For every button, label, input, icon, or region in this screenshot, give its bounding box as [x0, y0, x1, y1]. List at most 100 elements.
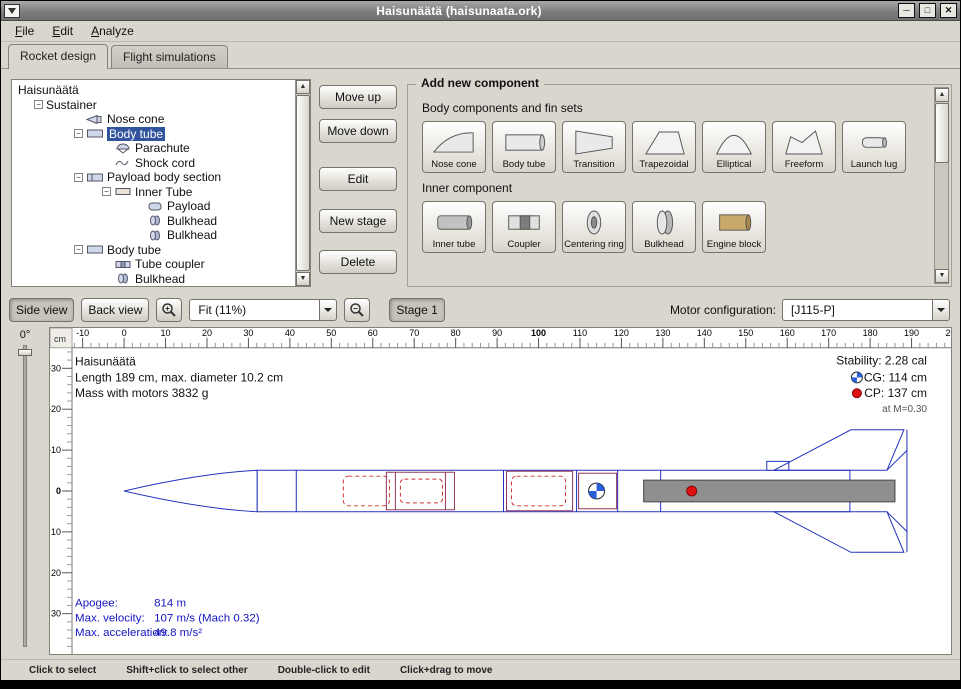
maximize-button[interactable]: □ — [919, 3, 936, 18]
motor-configuration-label: Motor configuration: — [670, 303, 776, 317]
collapse-icon[interactable]: − — [74, 245, 83, 254]
scroll-up-icon[interactable]: ▲ — [296, 80, 310, 94]
scroll-down-icon[interactable]: ▼ — [935, 269, 949, 283]
tree-scrollbar[interactable]: ▲ ▼ — [295, 80, 310, 286]
new-stage-button[interactable]: New stage — [319, 209, 397, 233]
rotation-slider-thumb[interactable] — [18, 349, 32, 356]
add-launch-lug-button[interactable]: Launch lug — [842, 121, 906, 173]
svg-text:50: 50 — [326, 328, 336, 338]
rocket-name-text: Haisunäätä — [75, 355, 136, 369]
motor-configuration-select[interactable]: [J115-P] — [782, 299, 950, 321]
delete-button[interactable]: Delete — [319, 250, 397, 274]
stage1-toggle-button[interactable]: Stage 1 — [389, 298, 444, 322]
scroll-up-icon[interactable]: ▲ — [935, 88, 949, 102]
menu-edit[interactable]: Edit — [44, 22, 81, 40]
scrollbar-thumb[interactable] — [935, 103, 949, 163]
zoom-out-icon — [349, 302, 365, 318]
launch-lug-icon — [852, 125, 896, 160]
svg-text:120: 120 — [614, 328, 629, 338]
hint-shift-click: Shift+click to select other — [126, 665, 247, 676]
svg-text:170: 170 — [821, 328, 836, 338]
svg-text:20: 20 — [51, 568, 61, 578]
tree-item-tube-coupler[interactable]: Tube coupler — [14, 257, 295, 272]
side-view-button[interactable]: Side view — [9, 298, 74, 322]
window-menu-icon[interactable] — [4, 4, 20, 18]
move-down-button[interactable]: Move down — [319, 119, 397, 143]
tree-item-stage[interactable]: −Sustainer — [14, 98, 295, 113]
bulkhead-icon — [642, 205, 686, 240]
bulkhead-icon — [146, 215, 164, 226]
add-bulkhead-button[interactable]: Bulkhead — [632, 201, 696, 253]
rocket-canvas[interactable]: cm -100102030405060708090100110120130140… — [49, 327, 952, 655]
menu-analyze[interactable]: Analyze — [83, 22, 142, 40]
back-view-button[interactable]: Back view — [81, 298, 149, 322]
cp-text: CP: 137 cm — [864, 386, 927, 400]
collapse-icon[interactable]: − — [34, 100, 43, 109]
body-tube-icon — [86, 128, 104, 139]
cp-marker — [687, 486, 697, 496]
tab-flight-simulations[interactable]: Flight simulations — [111, 45, 228, 68]
tree-item-payload[interactable]: Payload — [14, 199, 295, 214]
add-engine-block-button[interactable]: Engine block — [702, 201, 766, 253]
tree-item-rocket[interactable]: Haisunäätä — [14, 83, 295, 98]
zoom-select[interactable]: Fit (11%) — [189, 299, 337, 321]
tab-rocket-design[interactable]: Rocket design — [8, 44, 108, 69]
rotation-slider[interactable] — [23, 345, 27, 647]
vertical-ruler: -30-20-100102030 — [50, 352, 72, 646]
horizontal-ruler: -100102030405060708090100110120130140150… — [74, 328, 951, 348]
tree-item-shock-cord[interactable]: Shock cord — [14, 156, 295, 171]
tree-item-bulkhead[interactable]: Bulkhead — [14, 228, 295, 243]
elliptical-fin-icon — [712, 125, 756, 160]
tree-item-bulkhead[interactable]: Bulkhead — [14, 214, 295, 229]
component-tree-panel: Haisunäätä −Sustainer Nose cone − Body t… — [11, 79, 311, 287]
collapse-icon[interactable]: − — [74, 173, 83, 182]
add-transition-button[interactable]: Transition — [562, 121, 626, 173]
tree-item-body-tube-aft[interactable]: − Body tube — [14, 243, 295, 258]
flight-stats: Apogee: 814 m Max. velocity: 107 m/s (Ma… — [75, 598, 260, 640]
add-inner-tube-button[interactable]: Inner tube — [422, 201, 486, 253]
rocket-mass-text: Mass with motors 3832 g — [75, 386, 208, 400]
statusbar: Click to select Shift+click to select ot… — [1, 659, 960, 680]
tree-item-nose-cone[interactable]: Nose cone — [14, 112, 295, 127]
add-nose-cone-button[interactable]: Nose cone — [422, 121, 486, 173]
add-centering-ring-button[interactable]: Centering ring — [562, 201, 626, 253]
add-body-tube-button[interactable]: Body tube — [492, 121, 556, 173]
inner-component-label: Inner component — [422, 181, 929, 195]
collapse-icon[interactable]: − — [74, 129, 83, 138]
rotation-control: 0° — [1, 327, 49, 655]
add-trapezoidal-fin-button[interactable]: Trapezoidal — [632, 121, 696, 173]
minimize-button[interactable]: ─ — [898, 3, 915, 18]
titlebar[interactable]: Haisunäätä (haisunaata.ork) ─ □ ✕ — [1, 1, 960, 21]
dropdown-arrow-icon[interactable] — [319, 299, 337, 321]
app-logo-icon — [7, 7, 17, 15]
collapse-icon[interactable]: − — [102, 187, 111, 196]
add-elliptical-fin-button[interactable]: Elliptical — [702, 121, 766, 173]
svg-text:70: 70 — [409, 328, 419, 338]
body-tube-icon — [86, 244, 104, 255]
tree-item-bulkhead[interactable]: Bulkhead — [14, 272, 295, 287]
tree-item-payload-section[interactable]: − Payload body section — [14, 170, 295, 185]
nose-cone-icon — [432, 125, 476, 160]
edit-button[interactable]: Edit — [319, 167, 397, 191]
menu-file[interactable]: File — [7, 22, 42, 40]
apogee-label: Apogee: — [75, 598, 118, 610]
tree-item-body-tube[interactable]: − Body tube — [14, 127, 295, 142]
add-component-scrollbar[interactable]: ▲ ▼ — [934, 87, 949, 284]
close-button[interactable]: ✕ — [940, 3, 957, 18]
zoom-out-button[interactable] — [344, 298, 370, 322]
move-up-button[interactable]: Move up — [319, 85, 397, 109]
scroll-down-icon[interactable]: ▼ — [296, 272, 310, 286]
svg-text:-10: -10 — [76, 328, 89, 338]
svg-text:30: 30 — [51, 609, 61, 619]
svg-text:80: 80 — [451, 328, 461, 338]
add-freeform-fin-button[interactable]: Freeform — [772, 121, 836, 173]
scrollbar-thumb[interactable] — [296, 95, 310, 271]
apogee-value: 814 m — [154, 598, 186, 610]
add-coupler-button[interactable]: Coupler — [492, 201, 556, 253]
dropdown-arrow-icon[interactable] — [932, 299, 950, 321]
svg-text:-30: -30 — [50, 363, 61, 373]
zoom-in-button[interactable] — [156, 298, 182, 322]
body-components-label: Body components and fin sets — [422, 101, 929, 115]
tree-item-inner-tube[interactable]: − Inner Tube — [14, 185, 295, 200]
tree-item-parachute[interactable]: Parachute — [14, 141, 295, 156]
